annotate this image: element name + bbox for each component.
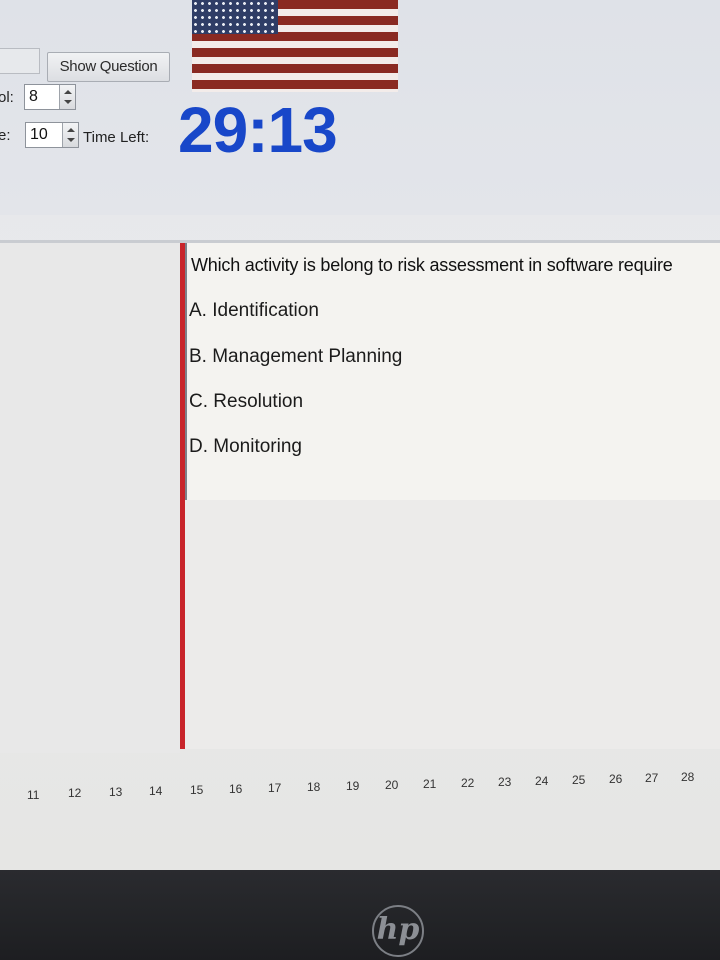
page-number[interactable]: 24 — [535, 774, 548, 788]
field2-label: e: — [0, 127, 11, 144]
field1-label: ol: — [0, 89, 14, 106]
left-pane — [0, 243, 180, 753]
top-edge-field[interactable] — [0, 48, 40, 74]
page-number[interactable]: 25 — [572, 773, 585, 787]
control-panel: Show Question ol: 8 e: 10 Time Left: 29:… — [0, 0, 720, 215]
option-d[interactable]: D. Monitoring — [189, 436, 302, 458]
page-number[interactable]: 28 — [681, 770, 694, 784]
hp-logo-icon: hp — [372, 905, 424, 957]
page-number[interactable]: 22 — [461, 776, 474, 790]
field2-value: 10 — [30, 126, 48, 143]
page-number[interactable]: 13 — [109, 785, 122, 799]
option-a[interactable]: A. Identification — [189, 300, 319, 322]
page-number[interactable]: 12 — [68, 786, 81, 800]
page-navigation: 11 12 13 14 15 16 17 18 19 20 21 22 23 2… — [0, 760, 720, 810]
time-left-label: Time Left: — [83, 129, 150, 146]
question-text: Which activity is belong to risk assessm… — [191, 255, 673, 275]
answer-area — [185, 500, 720, 749]
app-screen: Show Question ol: 8 e: 10 Time Left: 29:… — [0, 0, 720, 875]
page-number[interactable]: 16 — [229, 782, 242, 796]
page-number[interactable]: 21 — [423, 777, 436, 791]
us-flag-icon — [192, 0, 398, 92]
field2-stepper[interactable]: 10 — [25, 122, 79, 148]
page-number[interactable]: 19 — [346, 779, 359, 793]
question-panel: Which activity is belong to risk assessm… — [185, 243, 720, 500]
laptop-bezel — [0, 870, 720, 960]
page-number[interactable]: 15 — [190, 783, 203, 797]
countdown-timer: 29:13 — [178, 94, 338, 166]
page-number[interactable]: 20 — [385, 778, 398, 792]
page-number[interactable]: 26 — [609, 772, 622, 786]
stepper-arrows-icon[interactable] — [62, 123, 78, 147]
page-number[interactable]: 23 — [498, 775, 511, 789]
page-number[interactable]: 14 — [149, 784, 162, 798]
field1-value: 8 — [29, 88, 38, 105]
stepper-arrows-icon[interactable] — [59, 85, 75, 109]
page-number[interactable]: 11 — [27, 788, 39, 802]
page-number[interactable]: 27 — [645, 771, 658, 785]
show-question-button[interactable]: Show Question — [47, 52, 170, 82]
field1-stepper[interactable]: 8 — [24, 84, 76, 110]
option-c[interactable]: C. Resolution — [189, 391, 303, 413]
page-number[interactable]: 17 — [268, 781, 281, 795]
option-b[interactable]: B. Management Planning — [189, 346, 402, 368]
page-number[interactable]: 18 — [307, 780, 320, 794]
